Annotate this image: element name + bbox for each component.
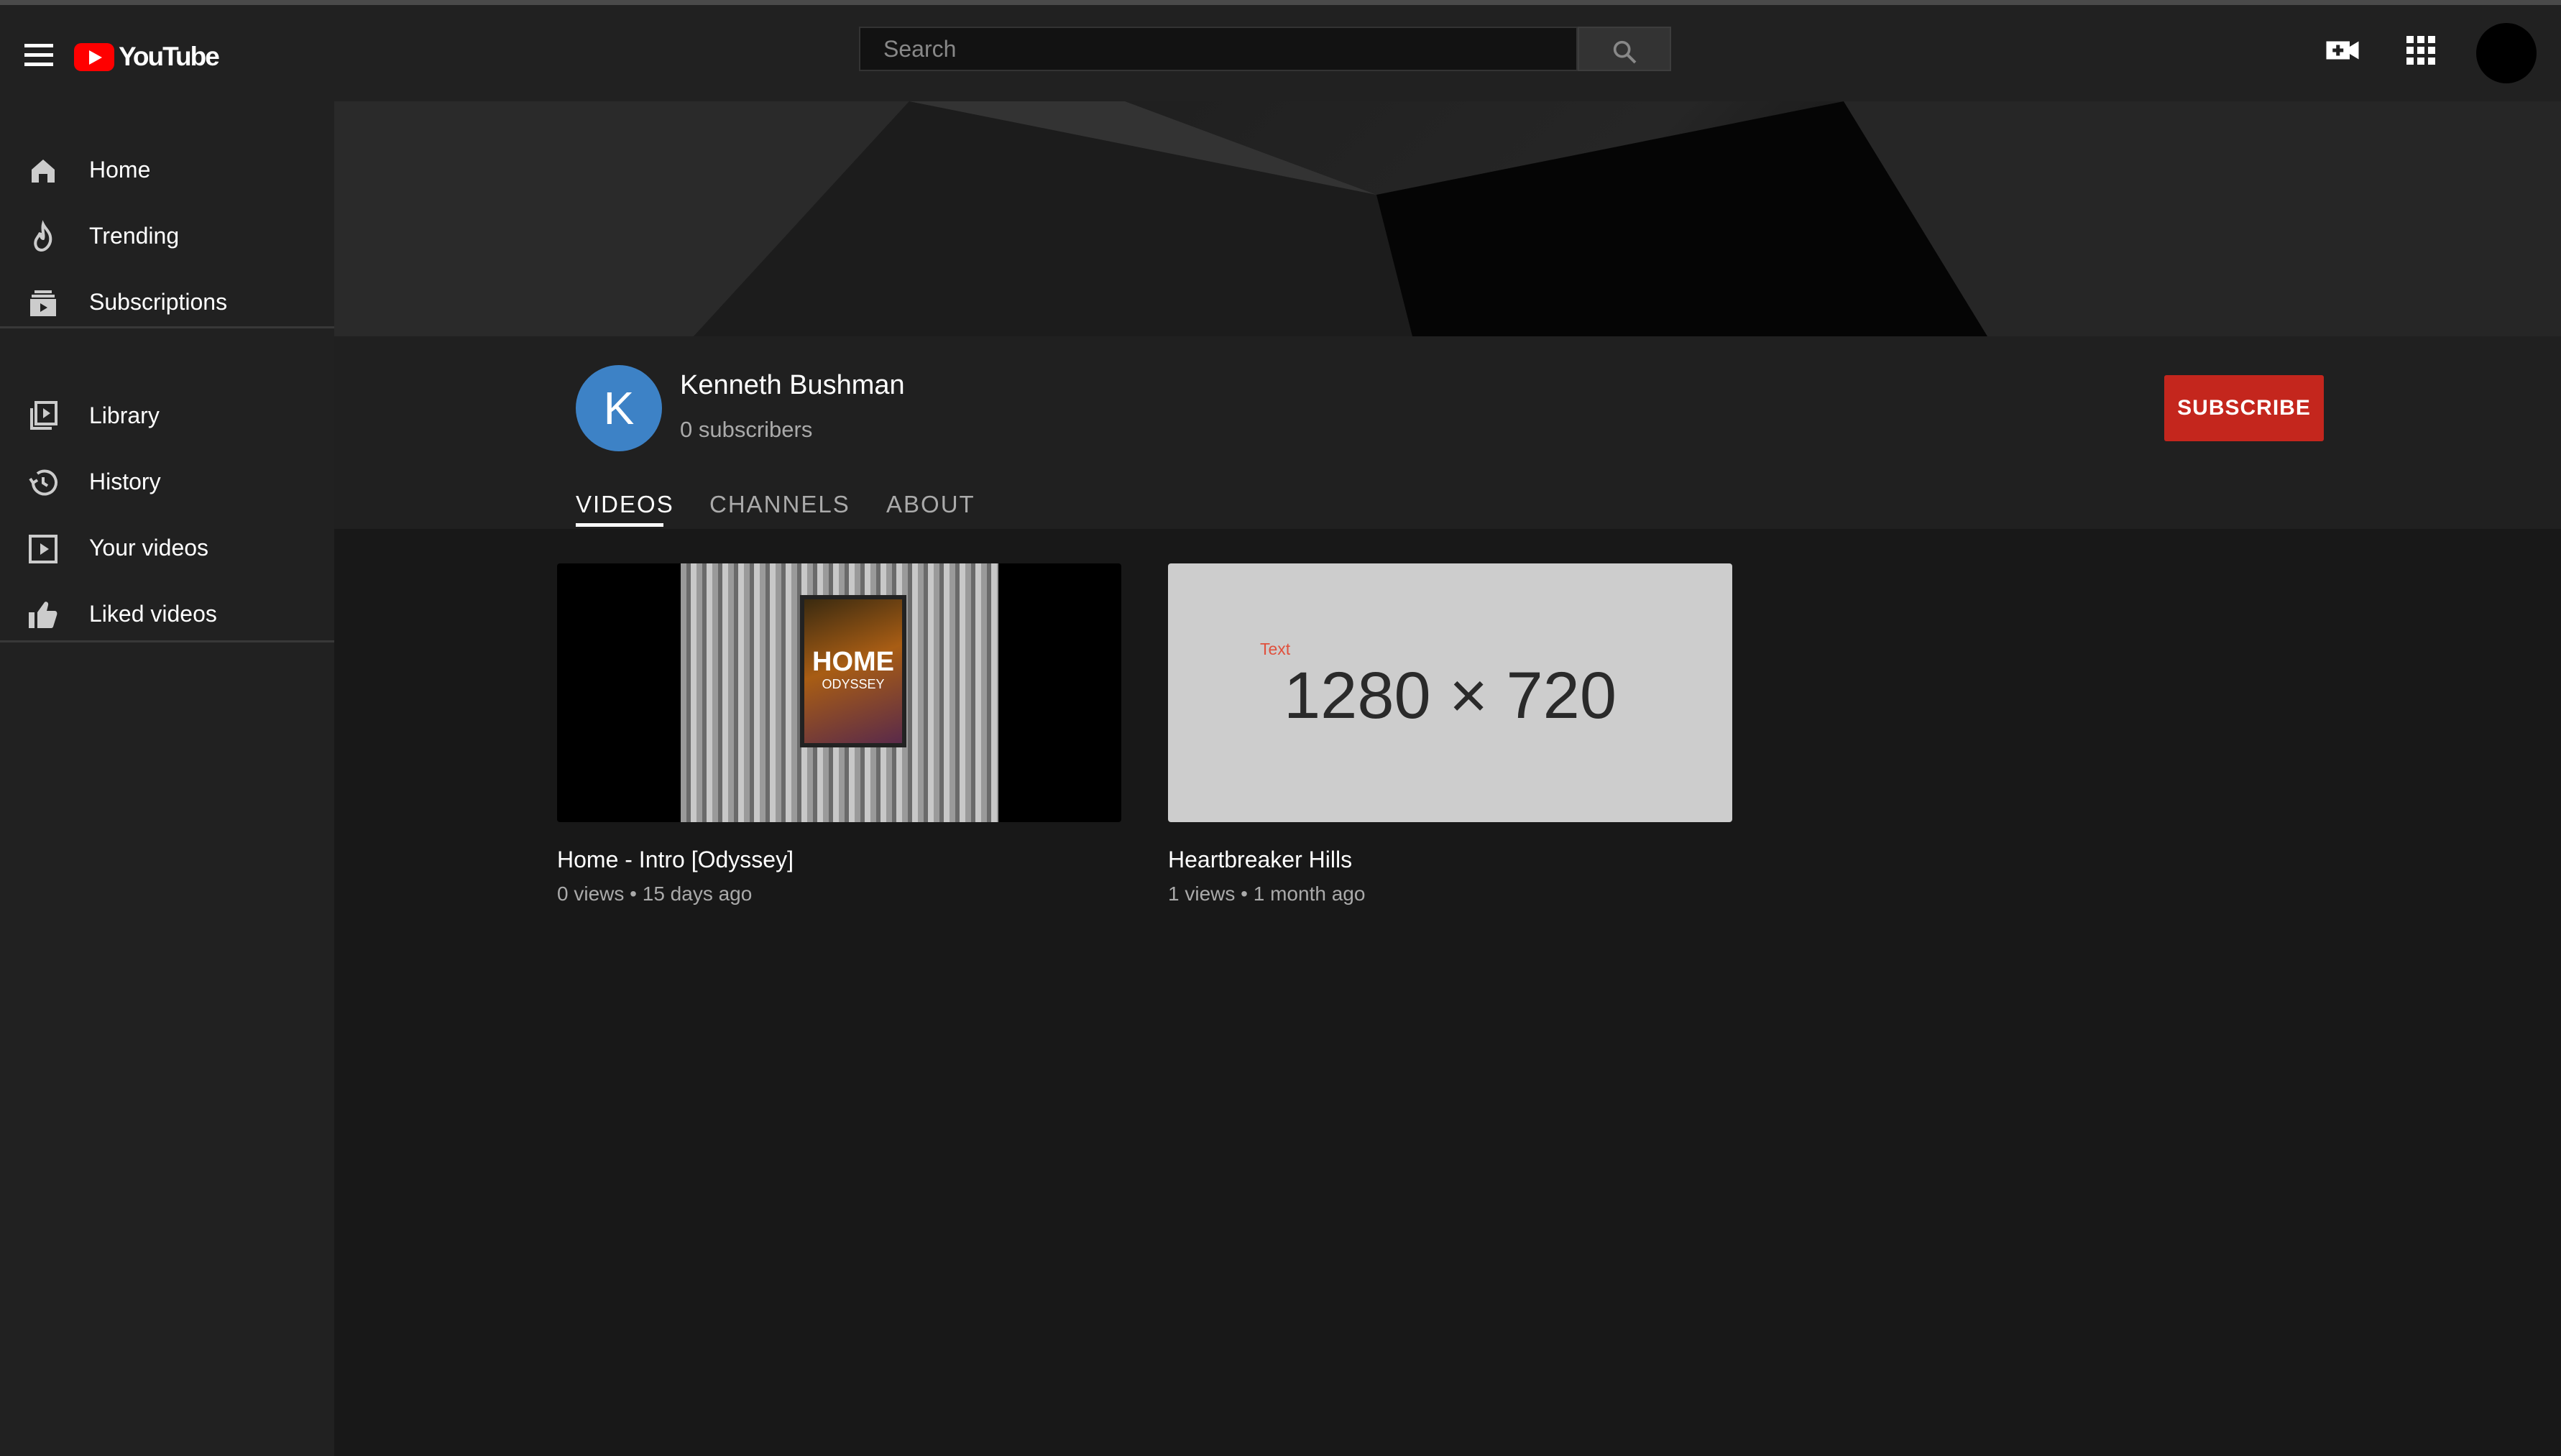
sidebar-item-label: Trending — [89, 222, 180, 249]
channel-name: Kenneth Bushman — [680, 370, 905, 400]
sidebar-item-library[interactable]: Library — [0, 387, 334, 444]
channel-banner — [334, 101, 2561, 336]
library-icon — [30, 401, 58, 430]
sidebar-item-label: Your videos — [89, 534, 209, 561]
thumbnail-title-text: HOME — [812, 647, 894, 677]
tab-videos[interactable]: VIDEOS — [576, 491, 674, 518]
video-views: 0 views — [557, 883, 625, 905]
history-icon — [29, 469, 58, 496]
video-age: 15 days ago — [642, 883, 753, 905]
video-title[interactable]: Home - Intro [Odyssey] — [557, 847, 794, 873]
sidebar-item-subscriptions[interactable]: Subscriptions — [0, 273, 334, 331]
channel-avatar[interactable]: K — [576, 365, 662, 451]
your-videos-icon — [29, 535, 58, 563]
sidebar-item-liked-videos[interactable]: Liked videos — [0, 585, 334, 642]
sidebar-item-home[interactable]: Home — [0, 141, 334, 198]
video-views: 1 views — [1168, 883, 1236, 905]
home-icon — [32, 160, 55, 183]
youtube-logo[interactable]: YouTube — [74, 40, 220, 74]
tab-about[interactable]: ABOUT — [886, 491, 975, 518]
subscribe-button[interactable]: SUBSCRIBE — [2164, 375, 2324, 441]
sidebar-item-your-videos[interactable]: Your videos — [0, 519, 334, 576]
menu-icon[interactable] — [24, 44, 53, 68]
active-tab-indicator — [576, 523, 663, 527]
subscriber-count: 0 subscribers — [680, 417, 813, 442]
thumbnail-label-text: Text — [1260, 640, 1291, 658]
sidebar-item-history[interactable]: History — [0, 453, 334, 510]
logo-text: YouTube — [119, 42, 220, 71]
create-video-icon[interactable] — [2321, 29, 2364, 72]
search-input[interactable]: Search — [859, 27, 1578, 71]
liked-videos-icon — [29, 602, 58, 628]
thumbnail-resolution-text: 1280 × 720 — [1283, 659, 1617, 732]
video-meta: 1 views • 1 month ago — [1168, 883, 1365, 906]
video-meta: 0 views • 15 days ago — [557, 883, 752, 906]
banner-pattern — [334, 101, 2561, 336]
sidebar-item-label: Liked videos — [89, 600, 217, 627]
sidebar-item-label: Home — [89, 156, 151, 183]
sidebar-item-label: Subscriptions — [89, 288, 228, 315]
sidebar-item-label: Library — [89, 402, 160, 428]
video-thumbnail[interactable]: HOME ODYSSEY — [557, 563, 1121, 822]
trending-icon — [34, 220, 52, 252]
meta-separator: • — [630, 883, 643, 905]
sidebar-divider — [0, 326, 334, 328]
sidebar-item-trending[interactable]: Trending — [0, 207, 334, 264]
top-progress-line — [0, 0, 2561, 5]
sidebar-item-label: History — [89, 468, 161, 494]
video-age: 1 month ago — [1253, 883, 1366, 905]
meta-separator: • — [1241, 883, 1254, 905]
tab-channels[interactable]: CHANNELS — [709, 491, 850, 518]
apps-grid-icon[interactable] — [2399, 29, 2442, 72]
account-avatar[interactable] — [2476, 23, 2537, 83]
video-thumbnail[interactable]: Text 1280 × 720 — [1168, 563, 1732, 822]
sidebar: Home Trending Subscriptions Library Hist… — [0, 101, 334, 1456]
subscriptions-icon — [30, 290, 56, 316]
thumbnail-subtitle-text: ODYSSEY — [822, 677, 885, 691]
search-button[interactable] — [1578, 27, 1671, 71]
play-logo-icon — [74, 42, 114, 71]
sidebar-divider — [0, 640, 334, 642]
video-title[interactable]: Heartbreaker Hills — [1168, 847, 1352, 873]
search-icon — [1613, 40, 1637, 64]
